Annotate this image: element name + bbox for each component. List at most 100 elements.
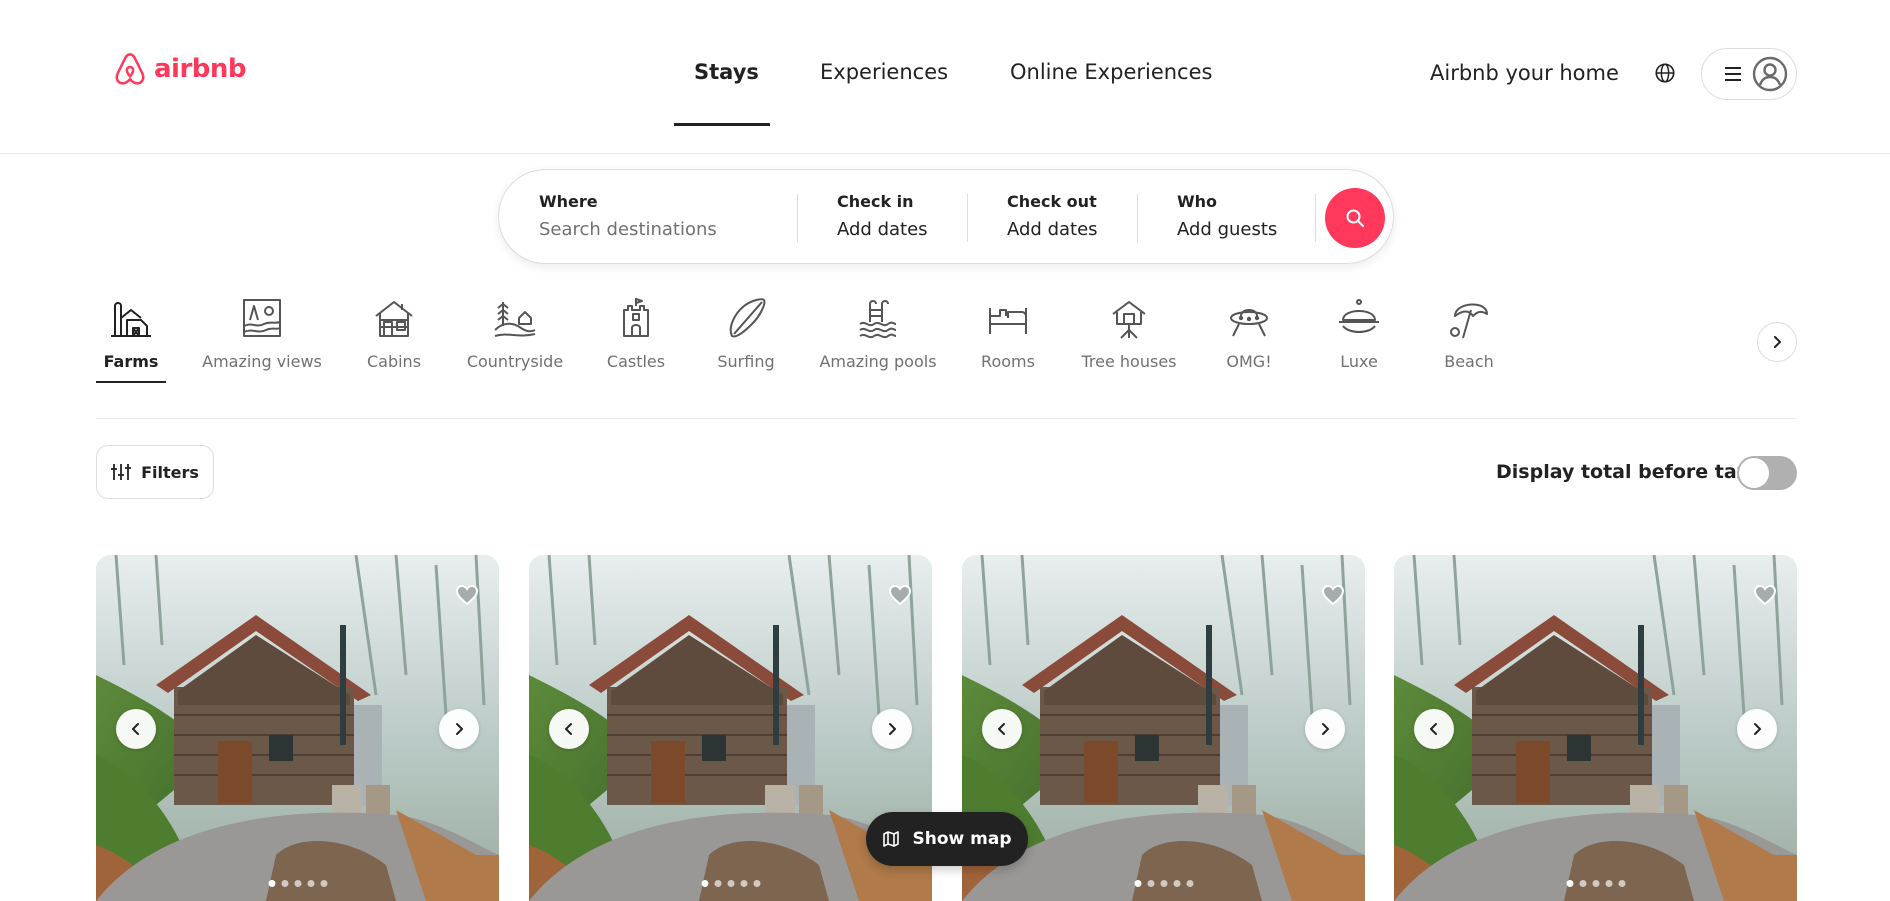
category-label: Beach (1444, 352, 1494, 371)
next-photo-button[interactable] (439, 709, 479, 749)
show-map-label: Show map (912, 829, 1012, 849)
search-button[interactable] (1325, 188, 1385, 248)
check-out-value: Add dates (1007, 219, 1098, 240)
photo-dot (1134, 880, 1141, 887)
castle-icon (623, 298, 649, 337)
active-tab-underline (674, 123, 770, 126)
photo-dot (1160, 880, 1167, 887)
photo-dot (1618, 880, 1625, 887)
ufo-icon (1230, 309, 1268, 337)
section-divider (96, 418, 1797, 419)
photo-dot (320, 880, 327, 887)
user-avatar-icon (1752, 56, 1788, 92)
category-label: Amazing views (202, 352, 322, 371)
check-in-label: Check in (837, 192, 914, 211)
display-total-toggle[interactable] (1737, 456, 1797, 490)
category-label: Rooms (981, 352, 1035, 371)
listing-card[interactable] (1394, 555, 1797, 901)
photo-dots (701, 880, 760, 887)
bed-icon (989, 308, 1027, 334)
category-farms[interactable]: Farms (66, 296, 196, 371)
map-icon (883, 831, 900, 847)
next-photo-button[interactable] (872, 709, 912, 749)
airbnb-your-home-link[interactable]: Airbnb your home (1430, 61, 1619, 85)
category-cabins[interactable]: Cabins (329, 296, 459, 371)
who-label: Who (1177, 192, 1218, 211)
category-tree-houses[interactable]: Tree houses (1064, 296, 1194, 371)
display-total-label: Display total before taxes (1496, 461, 1774, 483)
heart-icon[interactable] (1753, 583, 1777, 607)
chevron-left-icon (132, 723, 139, 735)
brand-name: airbnb (154, 54, 247, 84)
listing-card[interactable] (96, 555, 499, 901)
where-label: Where (539, 192, 598, 211)
photo-dot (1186, 880, 1193, 887)
filters-button[interactable]: Filters (96, 445, 214, 499)
filters-label: Filters (141, 462, 199, 482)
check-out-field[interactable]: Check out Add dates (1007, 192, 1098, 240)
top-header: airbnb Stays Experiences Online Experien… (0, 0, 1890, 154)
previous-photo-button[interactable] (982, 709, 1022, 749)
previous-photo-button[interactable] (549, 709, 589, 749)
destination-search-input[interactable] (539, 219, 769, 240)
heart-icon[interactable] (888, 583, 912, 607)
search-divider (1315, 194, 1316, 242)
check-out-label: Check out (1007, 192, 1097, 211)
tab-online-experiences[interactable]: Online Experiences (1010, 60, 1212, 84)
photo-dot (727, 880, 734, 887)
show-map-button[interactable]: Show map (866, 812, 1028, 866)
photo-dot (307, 880, 314, 887)
heart-icon[interactable] (455, 583, 479, 607)
check-in-value: Add dates (837, 219, 928, 240)
photo-dot (1566, 880, 1573, 887)
category-rooms[interactable]: Rooms (943, 296, 1073, 371)
tab-stays[interactable]: Stays (694, 60, 759, 84)
farm-icon (111, 302, 151, 337)
photo-dot (1592, 880, 1599, 887)
search-icon (1346, 209, 1364, 227)
heart-icon[interactable] (1321, 583, 1345, 607)
tab-experiences[interactable]: Experiences (820, 60, 948, 84)
category-label: Surfing (717, 352, 775, 371)
category-amazing-views[interactable]: Amazing views (197, 296, 327, 371)
chevron-right-icon (889, 723, 896, 735)
photo-dot (753, 880, 760, 887)
chevron-right-icon (1322, 723, 1329, 735)
previous-photo-button[interactable] (1414, 709, 1454, 749)
chevron-left-icon (998, 723, 1005, 735)
photo-dots (1134, 880, 1193, 887)
toggle-knob (1739, 458, 1769, 488)
chevron-left-icon (1430, 723, 1437, 735)
pool-icon (859, 300, 897, 339)
who-field[interactable]: Who Add guests (1177, 192, 1277, 240)
previous-photo-button[interactable] (116, 709, 156, 749)
globe-icon[interactable] (1654, 62, 1676, 84)
search-divider (967, 194, 968, 242)
check-in-field[interactable]: Check in Add dates (837, 192, 928, 240)
beach-umbrella-icon (1450, 303, 1488, 339)
airbnb-logo-icon (115, 53, 145, 85)
photo-dots (268, 880, 327, 887)
photo-dot (268, 880, 275, 887)
who-value: Add guests (1177, 219, 1278, 240)
surfboard-icon (729, 298, 766, 338)
photo-dot (714, 880, 721, 887)
tree-house-icon (1112, 301, 1146, 339)
photo-dot (1579, 880, 1586, 887)
category-beach[interactable]: Beach (1404, 296, 1534, 371)
category-label: Cabins (366, 352, 422, 371)
photo-dot (1173, 880, 1180, 887)
category-amazing-pools[interactable]: Amazing pools (813, 296, 943, 371)
category-surfing[interactable]: Surfing (681, 296, 811, 371)
sliders-icon (111, 464, 132, 480)
luxe-icon (1339, 299, 1379, 333)
search-divider (797, 194, 798, 242)
category-label: Farms (103, 352, 159, 371)
user-menu-button[interactable] (1701, 48, 1797, 100)
category-countryside[interactable]: Countryside (450, 296, 580, 371)
where-field[interactable]: Where (539, 192, 769, 240)
categories-next-button[interactable] (1757, 322, 1797, 362)
airbnb-logo[interactable]: airbnb (112, 50, 247, 88)
next-photo-button[interactable] (1737, 709, 1777, 749)
next-photo-button[interactable] (1305, 709, 1345, 749)
